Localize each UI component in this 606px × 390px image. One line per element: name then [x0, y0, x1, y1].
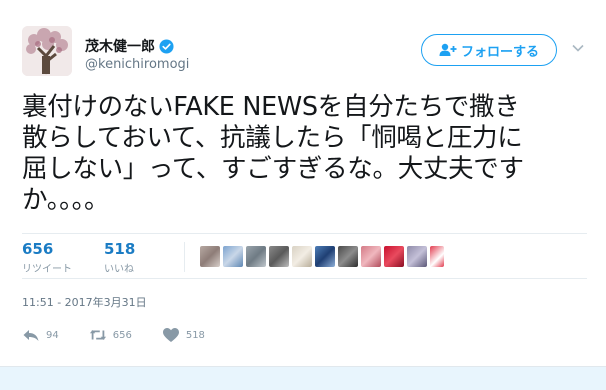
heart-icon	[162, 328, 179, 342]
follow-button[interactable]: フォローする	[421, 34, 557, 66]
reply-button[interactable]: 94	[22, 327, 59, 343]
author-name[interactable]: 茂木健一郎	[85, 36, 155, 56]
reply-icon	[23, 330, 39, 341]
stats-divider	[184, 242, 185, 272]
tweet-text-line: 裏付けのないFAKE NEWSを自分たちで撒き	[22, 92, 520, 122]
retweet-stat-count: 656	[22, 240, 54, 258]
author-name-row[interactable]: 茂木健一郎	[85, 36, 174, 56]
tweet-card: 茂木健一郎 @kenichiromogi フォローする 裏付けのないFAKE N…	[0, 0, 606, 366]
tweet-actions: 94 656 518	[22, 325, 235, 345]
tweet-text: 裏付けのないFAKE NEWSを自分たちで撒き 散らしておいて、抗議したら「恫喝…	[22, 92, 587, 216]
like-stat-count: 518	[104, 240, 136, 258]
liker-avatar[interactable]	[315, 246, 335, 267]
liker-avatar[interactable]	[384, 246, 404, 267]
tweet-stats: 656 リツイート 518 いいね	[22, 233, 587, 279]
liker-avatar[interactable]	[246, 246, 266, 267]
reply-count: 94	[46, 329, 59, 341]
liker-avatars	[200, 246, 447, 267]
liker-avatar[interactable]	[338, 246, 358, 267]
follow-icon	[439, 43, 457, 56]
liker-avatar[interactable]	[269, 246, 289, 267]
liker-avatar[interactable]	[407, 246, 427, 267]
tweet-timestamp[interactable]: 11:51 - 2017年3月31日	[22, 294, 147, 310]
caret-down-icon[interactable]	[572, 44, 584, 53]
retweet-stat-label: リツイート	[22, 264, 72, 275]
liker-avatar[interactable]	[200, 246, 220, 267]
tweet-text-line: か。。。。	[22, 185, 110, 215]
avatar[interactable]	[22, 26, 72, 76]
tweet-text-line: 屈しない」って、すごすぎるな。大丈夫です	[22, 154, 524, 184]
liker-avatar[interactable]	[361, 246, 381, 267]
retweet-stat[interactable]: 656 リツイート	[22, 240, 72, 275]
like-count: 518	[185, 329, 205, 341]
like-stat-label: いいね	[104, 264, 134, 275]
liker-avatar[interactable]	[430, 246, 444, 267]
like-button[interactable]: 518	[162, 327, 205, 343]
reply-bar-edge	[0, 366, 606, 390]
liker-avatar[interactable]	[292, 246, 312, 267]
follow-button-label: フォローする	[460, 44, 539, 60]
retweet-icon	[89, 330, 106, 340]
like-stat[interactable]: 518 いいね	[104, 240, 135, 275]
liker-avatar[interactable]	[223, 246, 243, 267]
author-handle[interactable]: @kenichiromogi	[85, 57, 189, 72]
retweet-button[interactable]: 656	[89, 327, 132, 343]
verified-icon	[159, 38, 174, 54]
tweet-text-line: 散らしておいて、抗議したら「恫喝と圧力に	[22, 123, 523, 153]
retweet-count: 656	[112, 329, 132, 341]
